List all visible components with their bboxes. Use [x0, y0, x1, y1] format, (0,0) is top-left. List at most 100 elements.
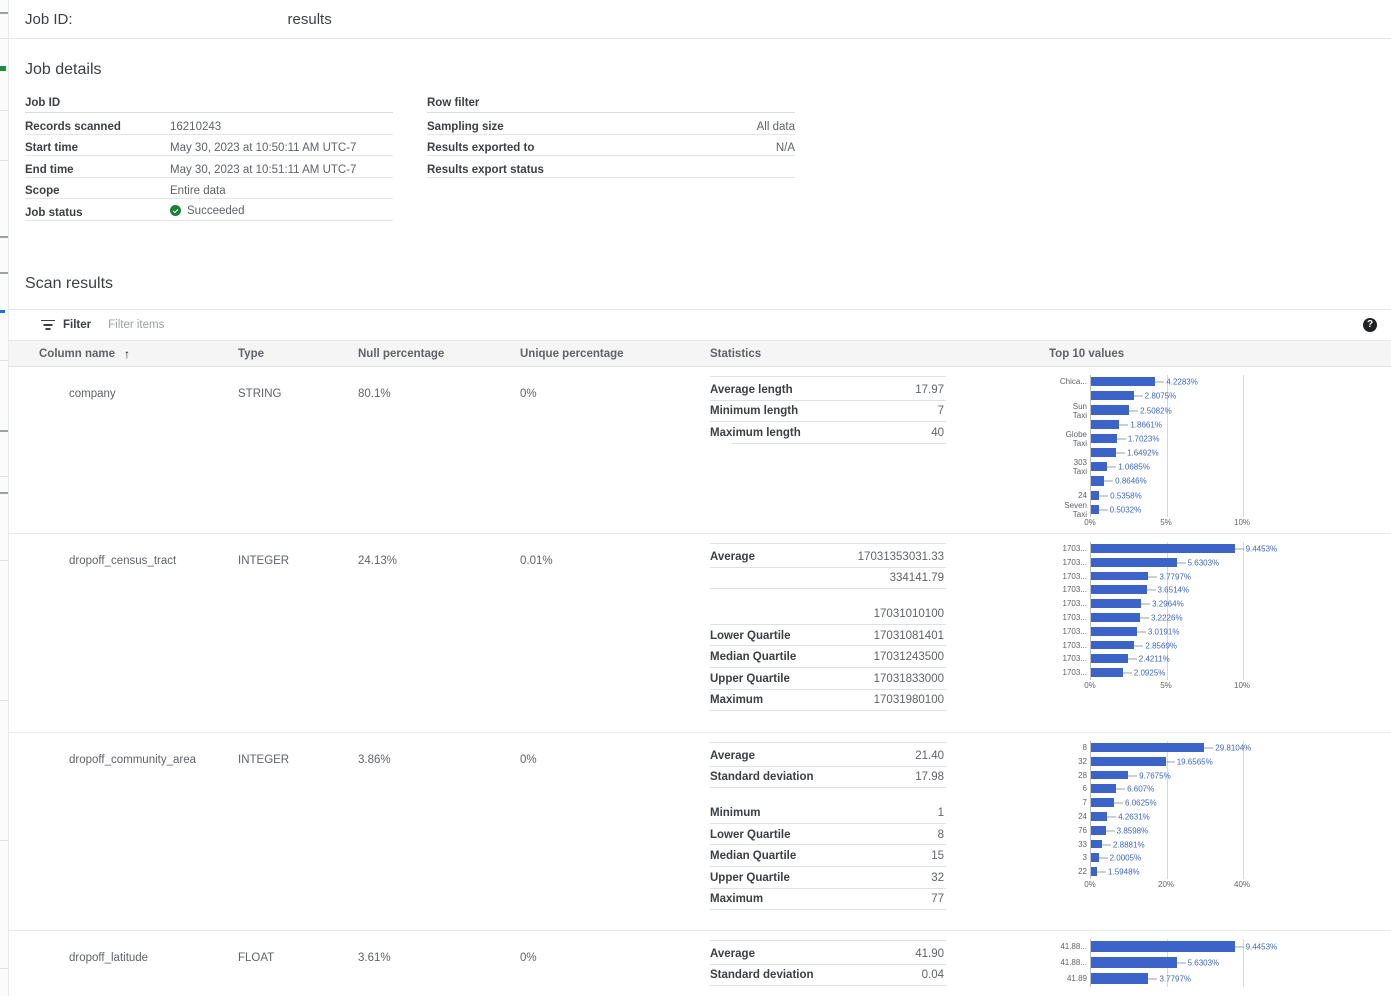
- chart-bar[interactable]: [1091, 462, 1107, 471]
- sort-ascending-icon[interactable]: ↑: [124, 348, 130, 360]
- chart-bar[interactable]: [1091, 957, 1177, 968]
- chart-bar[interactable]: [1091, 613, 1140, 622]
- detail-value: [572, 91, 795, 113]
- chart-bar[interactable]: [1091, 784, 1116, 793]
- column-header-null-percentage[interactable]: Null percentage: [358, 341, 520, 367]
- statistic-key: Maximum length: [710, 427, 836, 439]
- chart-bar[interactable]: [1091, 505, 1099, 514]
- statistic-key: Median Quartile: [710, 651, 836, 663]
- job-details-right-table: Row filter Sampling size All data Result…: [427, 91, 795, 178]
- cell-statistics: Average length17.97Minimum length7Maximu…: [698, 367, 1037, 534]
- chart-bar[interactable]: [1091, 743, 1204, 752]
- chart-label-text: 3.7797%: [1159, 572, 1191, 581]
- check-circle-icon: [170, 205, 181, 216]
- filter-input[interactable]: Filter items: [108, 319, 164, 331]
- cell-null-percentage-text: 80.1%: [358, 367, 520, 400]
- chart-bar-row: 2.8881%33: [1091, 838, 1341, 852]
- chart-bar[interactable]: [1091, 405, 1129, 414]
- chart-label-leader: [1140, 617, 1149, 618]
- chart-bar[interactable]: [1091, 558, 1177, 567]
- chart-bar[interactable]: [1091, 798, 1114, 807]
- job-details-row: Job status Succeeded: [25, 199, 393, 221]
- chart-bar-row: 5.6303%1703...: [1091, 556, 1341, 570]
- filter-icon[interactable]: [41, 320, 55, 331]
- job-details-grid: Job ID Records scanned 16210243 Start ti…: [25, 91, 1391, 221]
- cell-unique-percentage: 0%: [520, 367, 698, 534]
- column-header-column-name[interactable]: Column name ↑: [9, 341, 238, 367]
- chart-label-leader: [1134, 645, 1143, 646]
- chart-bar[interactable]: [1091, 668, 1123, 677]
- chart-category-label: 76: [1078, 827, 1087, 835]
- filter-label[interactable]: Filter: [63, 319, 91, 331]
- chart-label-text: 19.6565%: [1177, 757, 1213, 766]
- chart-label-leader: [1117, 438, 1126, 439]
- chart-bar[interactable]: [1091, 840, 1102, 849]
- detail-value-status: Succeeded: [170, 199, 393, 221]
- chart-bar[interactable]: [1091, 572, 1148, 581]
- chart-bar[interactable]: [1091, 771, 1128, 780]
- table-row[interactable]: dropoff_latitudeFLOAT3.61%0%Average41.90…: [9, 931, 1391, 996]
- chart-bar-row: 2.8569%1703...: [1091, 639, 1341, 653]
- chart-bar[interactable]: [1091, 757, 1166, 766]
- chart-bar-row: 3.2226%1703...: [1091, 611, 1341, 625]
- help-icon[interactable]: ?: [1363, 318, 1377, 332]
- column-header-statistics[interactable]: Statistics: [698, 341, 1037, 367]
- chart-bar-row: 19.6565%32: [1091, 755, 1341, 769]
- chart-bar[interactable]: [1091, 491, 1099, 500]
- statistic-value: 15: [836, 850, 944, 862]
- chart-bar[interactable]: [1091, 853, 1099, 862]
- chart-label-text: 2.5082%: [1140, 406, 1172, 415]
- chart-label-leader: [1116, 789, 1125, 790]
- chart-bar[interactable]: [1091, 476, 1104, 485]
- chart-bar[interactable]: [1091, 641, 1134, 650]
- statistics-top-rule: [710, 376, 946, 377]
- statistics-table: Average17031353031.33334141.791703101010…: [710, 543, 950, 711]
- chart-bar-row: 3.0191%1703...: [1091, 625, 1341, 639]
- chart-bar[interactable]: [1091, 627, 1137, 636]
- chart-category-label: GlobeTaxi: [1066, 430, 1087, 448]
- table-row[interactable]: dropoff_census_tractINTEGER24.13%0.01%Av…: [9, 534, 1391, 733]
- chart-bar[interactable]: [1091, 391, 1134, 400]
- statistic-value: 40: [836, 427, 944, 439]
- chart-bar[interactable]: [1091, 585, 1147, 594]
- chart-plot-area: 9.4453%1703...5.6303%1703...3.7797%1703.…: [1090, 542, 1341, 680]
- chart-bar[interactable]: [1091, 448, 1116, 457]
- chart-category-label: 41.88...: [1060, 943, 1087, 951]
- chart-bar-row: 1.0685%303Taxi: [1091, 460, 1341, 474]
- chart-bar[interactable]: [1091, 544, 1235, 553]
- table-row[interactable]: companySTRING80.1%0%Average length17.97M…: [9, 367, 1391, 534]
- cell-unique-percentage-text: 0.01%: [520, 534, 698, 567]
- column-header-unique-percentage[interactable]: Unique percentage: [520, 341, 698, 367]
- chart-bar[interactable]: [1091, 941, 1235, 952]
- cell-type-text: FLOAT: [238, 931, 358, 964]
- statistic-row: Average21.40: [710, 745, 950, 767]
- chart-bar[interactable]: [1091, 826, 1106, 835]
- scan-results-title: Scan results: [25, 275, 1391, 293]
- column-header-top-10-values[interactable]: Top 10 values: [1037, 341, 1391, 367]
- statistics-table: Average21.40Standard deviation17.98Minim…: [710, 742, 950, 910]
- job-details-row: End time May 30, 2023 at 10:51:11 AM UTC…: [25, 156, 393, 178]
- statistic-row: Average17031353031.33: [710, 546, 950, 568]
- chart-label-leader: [1104, 481, 1113, 482]
- chart-bar-label: 2.8881%: [1102, 840, 1145, 849]
- column-header-type[interactable]: Type: [238, 341, 358, 367]
- chart-bar[interactable]: [1091, 420, 1119, 429]
- chart-bar[interactable]: [1091, 812, 1107, 821]
- chart-category-label: 1703...: [1063, 641, 1087, 649]
- chart-category-label: 1703...: [1063, 586, 1087, 594]
- chart-bar[interactable]: [1091, 377, 1155, 386]
- statistic-key: Average: [710, 948, 836, 960]
- chart-category-label: 22: [1078, 868, 1087, 876]
- chart-label-text: 1.0685%: [1118, 463, 1150, 472]
- chart-label-leader: [1177, 562, 1186, 563]
- chart-label-leader: [1099, 509, 1108, 510]
- table-row[interactable]: dropoff_community_areaINTEGER3.86%0%Aver…: [9, 733, 1391, 931]
- chart-label-text: 2.8881%: [1113, 840, 1145, 849]
- chart-bar[interactable]: [1091, 599, 1141, 608]
- chart-bar[interactable]: [1091, 434, 1117, 443]
- chart-bar[interactable]: [1091, 973, 1148, 984]
- chart-x-tick-label: 5%: [1160, 518, 1172, 527]
- job-details-row: Sampling size All data: [427, 113, 795, 135]
- chart-bar-label: 5.6303%: [1177, 558, 1220, 567]
- chart-bar[interactable]: [1091, 654, 1128, 663]
